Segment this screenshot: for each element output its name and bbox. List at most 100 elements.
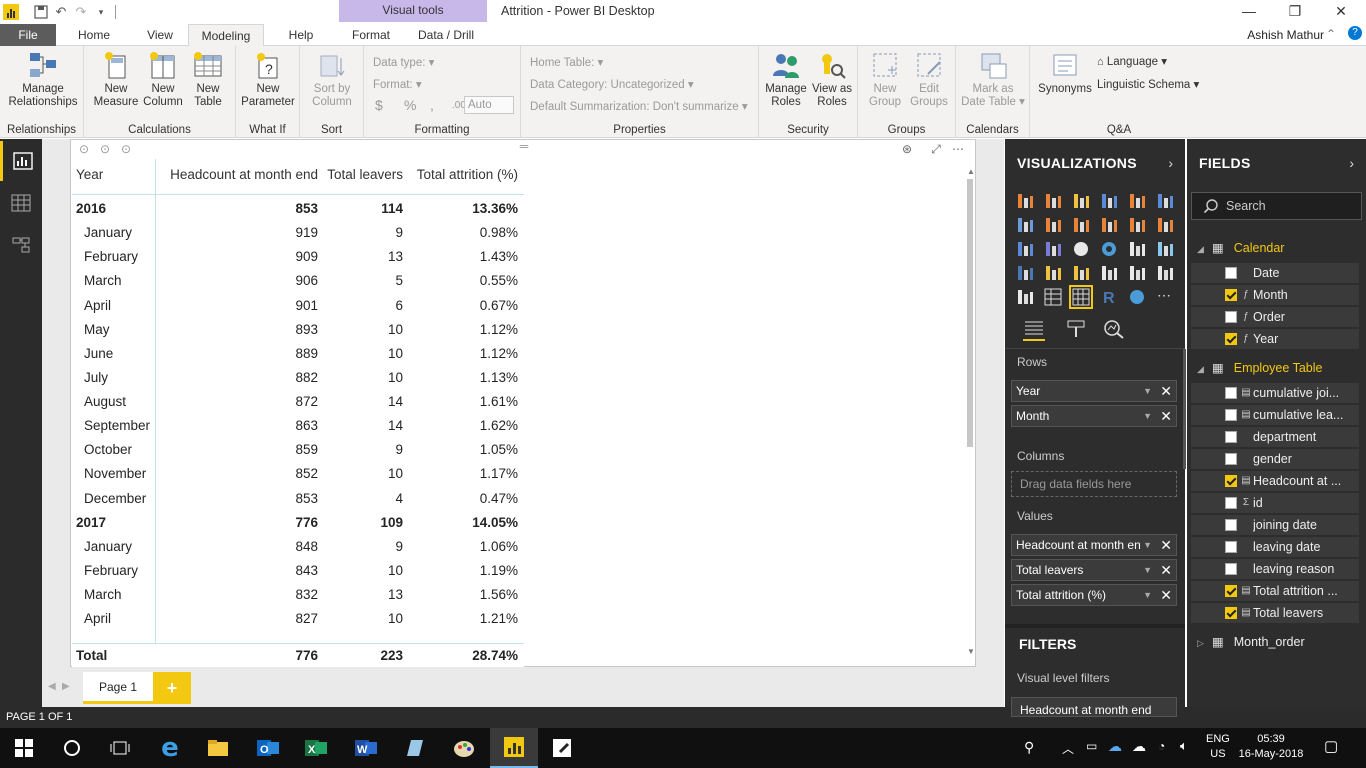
save-icon[interactable] xyxy=(31,2,51,22)
relationships-view-icon[interactable] xyxy=(0,225,42,265)
expanded-chevron-icon[interactable]: ◢ xyxy=(1197,364,1204,374)
field-checkbox[interactable] xyxy=(1225,607,1237,619)
funnel-visual-icon[interactable] xyxy=(1043,263,1063,283)
field-item[interactable]: ƒ Year xyxy=(1191,329,1359,349)
tab-modeling[interactable]: Modeling xyxy=(188,24,264,47)
filter-card-headcount[interactable]: Headcount at month end xyxy=(1011,697,1177,717)
more-options-icon[interactable]: ⋯ xyxy=(950,141,966,157)
volume-icon[interactable]: 🔈︎ xyxy=(1180,738,1188,754)
multi-row-card-visual-icon[interactable] xyxy=(1127,263,1147,283)
year-row[interactable]: 2017 776 109 14.05% xyxy=(72,511,524,535)
columns-drop-zone[interactable]: Drag data fields here xyxy=(1011,471,1177,497)
mark-as-date-table-button[interactable]: Mark as Date Table ▾ xyxy=(960,50,1026,109)
scatter-visual-icon[interactable] xyxy=(1043,239,1063,259)
file-explorer-icon[interactable] xyxy=(194,728,242,768)
month-row[interactable]: June 889 10 1.12% xyxy=(72,342,524,366)
manage-roles-button[interactable]: Manage Roles xyxy=(763,50,809,109)
resize-handle-icon[interactable]: ═ xyxy=(514,138,534,154)
100-bar-visual-icon[interactable] xyxy=(1127,191,1147,211)
onedrive-icon[interactable]: ☁ xyxy=(1108,738,1122,755)
waterfall-visual-icon[interactable] xyxy=(1015,239,1035,259)
field-checkbox[interactable] xyxy=(1225,409,1237,421)
values-well-leavers[interactable]: Total leavers ▼ ✕ xyxy=(1011,559,1177,581)
language-dropdown[interactable]: ⌂ Language ▾ xyxy=(1097,54,1167,68)
field-item[interactable]: ▤ Headcount at ... xyxy=(1191,471,1359,491)
remove-field-icon[interactable]: ✕ xyxy=(1160,381,1172,401)
focus-mode-icon[interactable]: ⤢ xyxy=(928,141,944,157)
expand-all-icon[interactable]: ⊙ xyxy=(118,141,134,157)
remove-field-icon[interactable]: ✕ xyxy=(1160,585,1172,605)
undo-icon[interactable]: ↶ xyxy=(51,2,71,22)
stacked-bar-visual-icon[interactable] xyxy=(1015,191,1035,211)
month-row[interactable]: September 863 14 1.62% xyxy=(72,414,524,438)
notes-app-icon[interactable] xyxy=(390,728,438,768)
year-row[interactable]: 2016 853 114 13.36% xyxy=(72,197,524,221)
scroll-down-icon[interactable]: ▼ xyxy=(967,647,975,656)
clustered-bar-visual-icon[interactable] xyxy=(1071,191,1091,211)
people-icon[interactable]: ⚲ xyxy=(1024,739,1034,756)
visual-scrollbar[interactable]: ▲ ▼ xyxy=(966,167,975,657)
linguistic-schema-dropdown[interactable]: Linguistic Schema ▾ xyxy=(1097,77,1199,91)
month-row[interactable]: August 872 14 1.61% xyxy=(72,390,524,414)
minimize-icon[interactable]: — xyxy=(1226,0,1272,22)
column-header[interactable]: Total attrition (%) xyxy=(407,163,518,187)
month-row[interactable]: April 901 6 0.67% xyxy=(72,294,524,318)
analytics-tab-icon[interactable] xyxy=(1103,319,1125,341)
field-item[interactable]: ƒ Month xyxy=(1191,285,1359,305)
pane-scrollbar[interactable] xyxy=(1183,349,1186,469)
rows-well-year[interactable]: Year ▼ ✕ xyxy=(1011,380,1177,402)
chevron-down-icon[interactable]: ▼ xyxy=(1143,585,1152,605)
field-item[interactable]: department xyxy=(1191,427,1359,447)
tab-format[interactable]: Format xyxy=(339,24,403,46)
data-type-dropdown[interactable]: Data type: ▾ xyxy=(373,55,434,69)
line-clustered-visual-icon[interactable] xyxy=(1127,215,1147,235)
chevron-down-icon[interactable]: ▼ xyxy=(1143,406,1152,426)
month-row[interactable]: March 906 5 0.55% xyxy=(72,269,524,293)
edge-browser-icon[interactable]: e xyxy=(146,728,194,768)
drill-mode-icon[interactable]: ⊛ xyxy=(899,141,915,157)
decimal-places-input[interactable]: Auto xyxy=(464,96,514,114)
month-row[interactable]: April 827 10 1.21% xyxy=(72,607,524,631)
line-visual-icon[interactable] xyxy=(1015,215,1035,235)
line-column-visual-icon[interactable] xyxy=(1099,215,1119,235)
pie-visual-icon[interactable] xyxy=(1071,239,1091,259)
field-checkbox[interactable] xyxy=(1225,497,1237,509)
slicer-visual-icon[interactable] xyxy=(1015,287,1035,307)
globe-visual-icon[interactable] xyxy=(1127,287,1147,307)
field-item[interactable]: ƒ Order xyxy=(1191,307,1359,327)
column-header[interactable]: Year xyxy=(76,163,156,187)
edit-groups-button[interactable]: Edit Groups xyxy=(908,50,950,109)
format-tab-icon[interactable] xyxy=(1065,319,1087,341)
new-group-button[interactable]: New Group xyxy=(864,50,906,109)
remove-field-icon[interactable]: ✕ xyxy=(1160,535,1172,555)
field-checkbox[interactable] xyxy=(1225,267,1237,279)
paint-app-icon[interactable] xyxy=(440,728,488,768)
drill-up-icon[interactable]: ⊙ xyxy=(76,141,92,157)
page-tab-1[interactable]: Page 1 xyxy=(83,672,153,704)
gauge-visual-icon[interactable] xyxy=(1071,263,1091,283)
field-checkbox[interactable] xyxy=(1225,453,1237,465)
month-row[interactable]: November 852 10 1.17% xyxy=(72,462,524,486)
scroll-thumb[interactable] xyxy=(967,179,973,447)
clock[interactable]: 05:39 16-May-2018 xyxy=(1238,732,1304,762)
matrix-visual-icon[interactable] xyxy=(1069,285,1093,309)
snipping-tool-icon[interactable] xyxy=(538,728,586,768)
help-icon[interactable]: ? xyxy=(1348,26,1362,40)
chevron-down-icon[interactable]: ▼ xyxy=(1143,381,1152,401)
fields-tab-icon[interactable] xyxy=(1023,319,1045,341)
default-summarization-dropdown[interactable]: Default Summarization: Don't summarize ▾ xyxy=(530,99,748,113)
input-language[interactable]: ENG US xyxy=(1206,732,1230,762)
month-row[interactable]: October 859 9 1.05% xyxy=(72,438,524,462)
remove-field-icon[interactable]: ✕ xyxy=(1160,560,1172,580)
expanded-chevron-icon[interactable]: ◢ xyxy=(1197,244,1204,254)
comma-button[interactable]: , xyxy=(430,97,434,113)
field-item[interactable]: Date xyxy=(1191,263,1359,283)
customize-toolbar-icon[interactable]: ▾ xyxy=(91,2,111,22)
wifi-icon[interactable]: ◔ xyxy=(1158,739,1165,753)
field-item[interactable]: ▤ Total attrition ... xyxy=(1191,581,1359,601)
notification-center-icon[interactable]: ▢ xyxy=(1324,737,1338,755)
cortana-search-icon[interactable] xyxy=(48,728,96,768)
format-dropdown[interactable]: Format: ▾ xyxy=(373,77,422,91)
field-item[interactable]: ▤ cumulative lea... xyxy=(1191,405,1359,425)
field-item[interactable]: gender xyxy=(1191,449,1359,469)
